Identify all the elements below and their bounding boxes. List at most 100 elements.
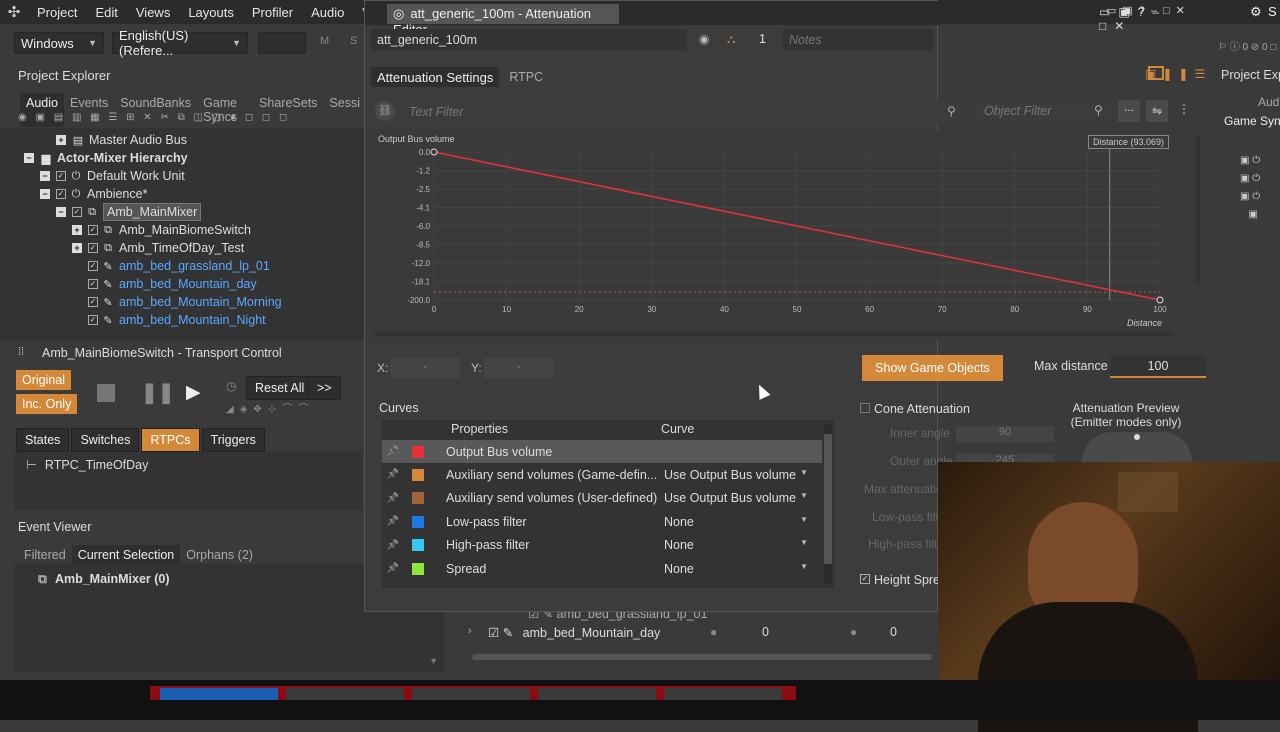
tree-row-actor-mixer[interactable]: − ▆ Actor-Mixer Hierarchy <box>24 149 188 167</box>
checkbox-icon[interactable]: ✓ <box>88 261 98 271</box>
tab-current-selection[interactable]: Current Selection <box>71 545 181 565</box>
knob-icon[interactable]: ● <box>710 625 717 639</box>
pin-icon[interactable]: 📌 <box>382 469 404 480</box>
profiler-control-strip[interactable] <box>150 686 796 700</box>
list-item[interactable]: ⧉ Amb_MainMixer (0) <box>38 572 170 587</box>
record-button[interactable] <box>160 688 278 700</box>
mute-button[interactable]: M <box>320 35 329 47</box>
discard-button[interactable] <box>664 688 782 700</box>
tab-triggers[interactable]: Triggers <box>201 428 265 452</box>
tree-row-ambience[interactable]: − ✓ ⏻ Ambience* <box>40 185 147 203</box>
menu-project[interactable]: Project <box>28 5 86 20</box>
more-button[interactable]: >> <box>308 376 341 400</box>
curve-row[interactable]: 📌 Auxiliary send volumes (Game-defin... Us… <box>382 463 822 486</box>
pin-icon[interactable]: 📌 <box>382 493 404 504</box>
list-item[interactable]: ☑ ✎ amb_bed_Mountain_day <box>488 625 660 640</box>
platform-dropdown[interactable]: Windows ▼ <box>14 32 104 54</box>
pin-icon[interactable]: 📌 <box>382 446 404 457</box>
layout-icon[interactable] <box>1148 66 1164 80</box>
menu-dots-icon[interactable]: ⋮ <box>1178 102 1190 116</box>
inc-only-button[interactable]: Inc. Only <box>16 394 78 414</box>
share-icon[interactable]: ⛬ <box>727 32 735 47</box>
transport-small-icons[interactable]: ◢◈✥⊹⌒⌒ <box>226 400 314 415</box>
tab-rtpcs[interactable]: RTPCs <box>141 428 200 452</box>
menu-views[interactable]: Views <box>127 5 179 20</box>
toolbar-field[interactable] <box>258 32 306 54</box>
tree-row-sound[interactable]: ✓ ✎ amb_bed_Mountain_Night <box>88 311 266 329</box>
x-value-field[interactable]: - <box>390 358 460 378</box>
curve-row[interactable]: 📌 High-pass filter None ▼ <box>382 534 822 557</box>
tree-row-master-bus[interactable]: + ▤ Master Audio Bus <box>56 131 187 149</box>
tree-row-sound[interactable]: ✓ ✎ amb_bed_Mountain_Morning <box>88 293 282 311</box>
tab-filtered[interactable]: Filtered <box>18 545 72 565</box>
expand-icon[interactable]: + <box>72 243 82 253</box>
pin-icon[interactable]: 📌 <box>382 540 404 551</box>
max-distance-input[interactable]: 100 <box>1110 356 1206 378</box>
curve-dropdown[interactable]: None ▼ <box>660 562 808 576</box>
vertical-scrollbar[interactable] <box>824 424 832 584</box>
checkbox-icon[interactable]: ✓ <box>72 207 82 217</box>
right-icons[interactable]: ⚐ ⓘ 0 ⊘ 0 □ <box>1218 38 1280 53</box>
curve-row[interactable]: 📌 Spread None ▼ <box>382 557 822 580</box>
list-item[interactable]: ⊢ RTPC_TimeOfDay <box>26 457 148 472</box>
explorer-icon-toolbar[interactable]: ◉ ▣ ▤ ▥ ▦ ☰ ⊞ ✕ ✂ ⧉ ◫ ▢ ● ◻ ◻ ◻ <box>18 112 358 126</box>
y-value-field[interactable]: - <box>484 358 554 378</box>
object-filter-input[interactable]: Object Filter <box>976 100 1112 122</box>
curve-row[interactable]: 📌 Auxiliary send volumes (User-defined) Us… <box>382 487 822 510</box>
tree-row-sound[interactable]: ✓ ✎ amb_bed_grassland_lp_01 <box>88 257 270 275</box>
play-icon[interactable]: ▶ <box>186 381 201 404</box>
language-dropdown[interactable]: English(US) (Refere... ▼ <box>112 28 248 58</box>
curve-row[interactable]: 📌 Low-pass filter None ▼ <box>382 510 822 533</box>
tree-row-work-unit[interactable]: − ✓ ⏻ Default Work Unit <box>40 167 185 185</box>
tab-switches[interactable]: Switches <box>71 428 140 452</box>
app-logo-icon[interactable]: ✣ <box>0 3 28 21</box>
curve-dropdown[interactable]: None ▼ <box>660 515 808 529</box>
knob-icon[interactable]: ● <box>850 625 857 639</box>
checkbox-icon[interactable]: ✓ <box>56 171 66 181</box>
checkbox-icon[interactable]: ✓ <box>88 225 98 235</box>
scroll-down-icon[interactable]: ▼ <box>429 656 438 666</box>
checkbox-icon[interactable]: ✓ <box>56 189 66 199</box>
row-value[interactable]: 0 <box>890 625 897 639</box>
curve-row[interactable]: 📌 Output Bus volume <box>382 440 822 463</box>
menu-layouts[interactable]: Layouts <box>179 5 243 20</box>
checkbox-icon[interactable]: ☑ <box>488 626 499 640</box>
filter-settings-icon[interactable]: ⇋ <box>1146 100 1168 122</box>
cone-checkbox[interactable] <box>860 403 870 413</box>
horizontal-scrollbar[interactable] <box>472 654 932 660</box>
checkbox-icon[interactable]: ✓ <box>88 279 98 289</box>
menu-right-label[interactable]: S <box>1268 4 1277 19</box>
tab-game-syncs[interactable]: Game Syn <box>1224 114 1280 128</box>
link-filter-icon[interactable]: ⛓ <box>375 101 395 121</box>
tab-audio[interactable]: Audio <box>1258 95 1280 109</box>
collapse-icon[interactable]: − <box>24 153 34 163</box>
height-spread-checkbox[interactable]: ✓ <box>860 574 870 584</box>
right-tree[interactable]: ▣ ⏻ ▣ ⏻ ▣ ⏻ ▣ <box>1240 152 1260 224</box>
tab-orphans[interactable]: Orphans (2) <box>180 545 259 565</box>
expand-icon[interactable]: + <box>72 225 82 235</box>
notes-field[interactable]: Notes <box>783 29 933 51</box>
row-value[interactable]: 0 <box>762 625 769 639</box>
checkbox-icon[interactable]: ✓ <box>88 297 98 307</box>
curve-dropdown[interactable]: None ▼ <box>660 538 808 552</box>
text-filter-input[interactable]: Text Filter <box>401 101 963 123</box>
menu-audio[interactable]: Audio <box>302 5 353 20</box>
menu-profiler[interactable]: Profiler <box>243 5 302 20</box>
show-game-objects-button[interactable]: Show Game Objects <box>862 355 1003 381</box>
expand-icon[interactable]: + <box>56 135 66 145</box>
tree-row-biome-switch[interactable]: + ✓ ⧉ Amb_MainBiomeSwitch <box>72 221 251 239</box>
pause-icon[interactable]: ❚❚ <box>141 380 175 405</box>
pause-button[interactable] <box>412 688 530 700</box>
split-button[interactable] <box>286 688 404 700</box>
more-options-button[interactable]: ... <box>1118 100 1140 122</box>
curve-dropdown[interactable]: Use Output Bus volume ▼ <box>660 491 808 505</box>
stop-icon[interactable] <box>97 384 115 402</box>
collapse-icon[interactable]: − <box>56 207 66 217</box>
solo-button[interactable]: S <box>350 35 357 47</box>
stop-button[interactable] <box>538 688 656 700</box>
tab-attenuation-settings[interactable]: Attenuation Settings <box>371 67 500 87</box>
tree-row-sound[interactable]: ✓ ✎ amb_bed_Mountain_day <box>88 275 257 293</box>
original-button[interactable]: Original <box>16 370 72 390</box>
pin-icon[interactable]: 📌 <box>382 563 404 574</box>
checkbox-icon[interactable]: ✓ <box>88 315 98 325</box>
